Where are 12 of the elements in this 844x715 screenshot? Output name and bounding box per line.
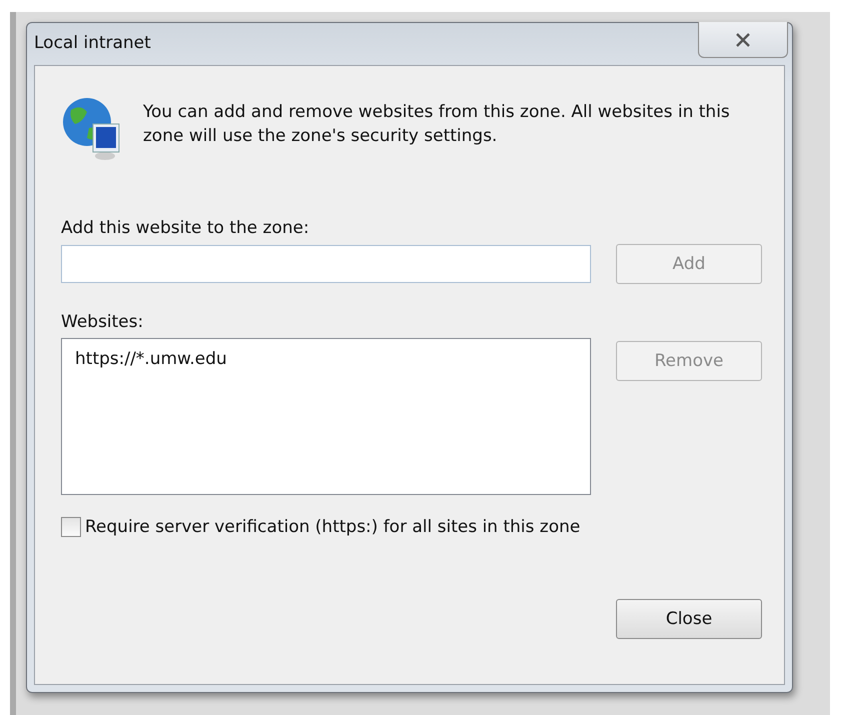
website-input-field[interactable] [61,245,591,283]
close-dialog-button[interactable]: Close [616,599,762,639]
close-button[interactable] [698,22,788,58]
field-label: Add this website to the zone: [61,218,310,238]
list-label: Websites: [61,312,144,332]
window-title: Local intranet [34,33,151,53]
checkbox[interactable] [61,517,81,537]
description-text: You can add and remove websites from this zone. All websites in this zone will use the zone's security settings. [143,101,731,148]
websites-list[interactable]: https://*.umw.edu [61,338,591,495]
checkbox-label: Require server verification (https:) for all sites in this zone [85,517,580,537]
close-icon [735,32,751,46]
website-item[interactable]: https://*.umw.edu [75,349,227,369]
